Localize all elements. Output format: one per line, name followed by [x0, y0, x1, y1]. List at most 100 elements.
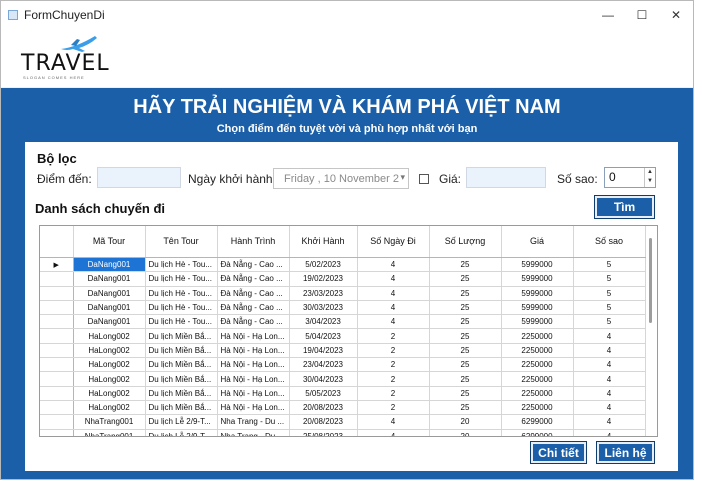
table-cell[interactable]: Du lịch Miền Bắ...	[145, 343, 218, 359]
table-cell[interactable]: 25	[429, 300, 502, 316]
table-cell[interactable]: 4	[357, 257, 430, 273]
table-cell[interactable]: Đà Nẵng - Cao ...	[217, 314, 290, 330]
table-cell[interactable]: DaNang001	[73, 271, 146, 287]
chevron-down-icon[interactable]: ▾	[400, 172, 405, 183]
column-header[interactable]: Số Lượng	[429, 226, 502, 258]
table-cell[interactable]: NhaTrang001	[73, 414, 146, 430]
column-header[interactable]: Giá	[501, 226, 574, 258]
table-cell[interactable]: 30/03/2023	[289, 300, 358, 316]
price-filter-checkbox[interactable]	[419, 174, 429, 184]
table-cell[interactable]: Du lịch Hè - Tou...	[145, 300, 218, 316]
table-cell[interactable]: 4	[573, 386, 646, 401]
table-cell[interactable]: Đà Nẵng - Cao ...	[217, 271, 290, 287]
table-cell[interactable]: HaLong002	[73, 371, 146, 387]
table-cell[interactable]: 25	[429, 343, 502, 359]
table-cell[interactable]: 25	[429, 257, 502, 273]
table-cell[interactable]: 5	[573, 271, 646, 287]
table-cell[interactable]: Du lịch Hè - Tou...	[145, 271, 218, 287]
table-cell[interactable]: 4	[573, 328, 646, 344]
table-cell[interactable]: 5/02/2023	[289, 257, 358, 273]
table-cell[interactable]: HaLong002	[73, 386, 146, 401]
row-header[interactable]	[40, 271, 74, 287]
row-header[interactable]	[40, 386, 74, 401]
table-cell[interactable]: 2	[357, 386, 430, 401]
table-cell[interactable]: HaLong002	[73, 357, 146, 373]
table-cell[interactable]: 5999000	[501, 314, 574, 330]
table-cell[interactable]: Đà Nẵng - Cao ...	[217, 257, 290, 273]
row-header[interactable]	[40, 314, 74, 330]
table-cell[interactable]: 30/04/2023	[289, 371, 358, 387]
table-cell[interactable]: Hà Nội - Hạ Lon...	[217, 400, 290, 416]
table-row[interactable]: NhaTrang001 Du lịch Lễ 2/9-T... Nha Trang …	[40, 429, 646, 436]
table-cell[interactable]: Hà Nội - Hạ Lon...	[217, 357, 290, 373]
table-cell[interactable]: 4	[573, 414, 646, 430]
table-cell[interactable]: 2250000	[501, 400, 574, 416]
table-cell[interactable]: HaLong002	[73, 343, 146, 359]
table-row[interactable]: HaLong002 Du lịch Miền Bắ... Hà Nội - Hạ L…	[40, 357, 646, 373]
table-cell[interactable]: 25	[429, 286, 502, 301]
table-cell[interactable]: 5	[573, 257, 646, 273]
table-cell[interactable]: 2	[357, 357, 430, 373]
table-cell[interactable]: 4	[357, 271, 430, 287]
table-row[interactable]: HaLong002 Du lịch Miền Bắ... Hà Nội - Hạ L…	[40, 343, 646, 359]
table-cell[interactable]: 5/05/2023	[289, 386, 358, 401]
table-cell[interactable]: 25	[429, 371, 502, 387]
column-header[interactable]: Hành Trình	[217, 226, 290, 258]
table-cell[interactable]: 23/04/2023	[289, 357, 358, 373]
table-cell[interactable]: 2250000	[501, 371, 574, 387]
table-cell[interactable]: Nha Trang - Du ...	[217, 414, 290, 430]
scrollbar-thumb[interactable]	[649, 238, 652, 323]
column-header[interactable]: Tên Tour	[145, 226, 218, 258]
table-cell[interactable]: 4	[573, 343, 646, 359]
table-cell[interactable]: HaLong002	[73, 400, 146, 416]
table-cell[interactable]: 5	[573, 300, 646, 316]
table-cell[interactable]: 5999000	[501, 300, 574, 316]
contact-button[interactable]: Liên hệ	[596, 441, 655, 464]
table-row[interactable]: DaNang001 Du lịch Hè - Tou... Đà Nẵng - Ca…	[40, 286, 646, 301]
row-header[interactable]	[40, 371, 74, 387]
table-row[interactable]: HaLong002 Du lịch Miền Bắ... Hà Nội - Hạ L…	[40, 386, 646, 401]
column-header[interactable]: Khởi Hành	[289, 226, 358, 258]
table-cell[interactable]: 25/08/2023	[289, 429, 358, 436]
table-cell[interactable]: NhaTrang001	[73, 429, 146, 436]
table-cell[interactable]: 4	[573, 429, 646, 436]
row-header[interactable]	[40, 357, 74, 373]
table-row[interactable]: NhaTrang001 Du lịch Lễ 2/9-T... Nha Trang …	[40, 414, 646, 430]
table-cell[interactable]: 5	[573, 286, 646, 301]
table-cell[interactable]: Du lịch Miền Bắ...	[145, 328, 218, 344]
table-cell[interactable]: DaNang001	[73, 286, 146, 301]
table-cell[interactable]: Du lịch Hè - Tou...	[145, 286, 218, 301]
table-cell[interactable]: Hà Nội - Hạ Lon...	[217, 343, 290, 359]
row-header[interactable]	[40, 328, 74, 344]
table-cell[interactable]: 4	[357, 429, 430, 436]
table-cell[interactable]: Du lịch Hè - Tou...	[145, 257, 218, 273]
table-cell[interactable]: 25	[429, 386, 502, 401]
table-cell[interactable]: HaLong002	[73, 328, 146, 344]
details-button[interactable]: Chi tiết	[530, 441, 587, 464]
table-cell[interactable]: 4	[357, 314, 430, 330]
maximize-button[interactable]: ☐	[625, 1, 659, 29]
table-row[interactable]: DaNang001 Du lịch Hè - Tou... Đà Nẵng - Ca…	[40, 271, 646, 287]
table-cell[interactable]: Du lịch Miền Bắ...	[145, 371, 218, 387]
table-row[interactable]: DaNang001 Du lịch Hè - Tou... Đà Nẵng - Ca…	[40, 300, 646, 316]
table-cell[interactable]: Du lịch Lễ 2/9-T...	[145, 414, 218, 430]
table-cell[interactable]: 2250000	[501, 357, 574, 373]
table-cell[interactable]: DaNang001	[73, 314, 146, 330]
table-cell[interactable]: Nha Trang - Du ...	[217, 429, 290, 436]
table-cell[interactable]: Hà Nội - Hạ Lon...	[217, 371, 290, 387]
table-row[interactable]: HaLong002 Du lịch Miền Bắ... Hà Nội - Hạ L…	[40, 328, 646, 344]
table-row[interactable]: DaNang001 Du lịch Hè - Tou... Đà Nẵng - Ca…	[40, 314, 646, 330]
table-cell[interactable]: 2250000	[501, 386, 574, 401]
table-cell[interactable]: 25	[429, 400, 502, 416]
table-cell[interactable]: 5999000	[501, 271, 574, 287]
table-cell[interactable]: 4	[573, 371, 646, 387]
column-header[interactable]: Mã Tour	[73, 226, 146, 258]
row-header[interactable]	[40, 286, 74, 301]
table-cell[interactable]: 19/02/2023	[289, 271, 358, 287]
table-cell[interactable]: Du lịch Hè - Tou...	[145, 314, 218, 330]
table-cell[interactable]: DaNang001	[73, 300, 146, 316]
table-cell[interactable]: 2	[357, 400, 430, 416]
row-header[interactable]	[40, 429, 74, 436]
table-cell[interactable]: 5999000	[501, 257, 574, 273]
stepper-arrows[interactable]: ▲ ▼	[644, 168, 655, 187]
